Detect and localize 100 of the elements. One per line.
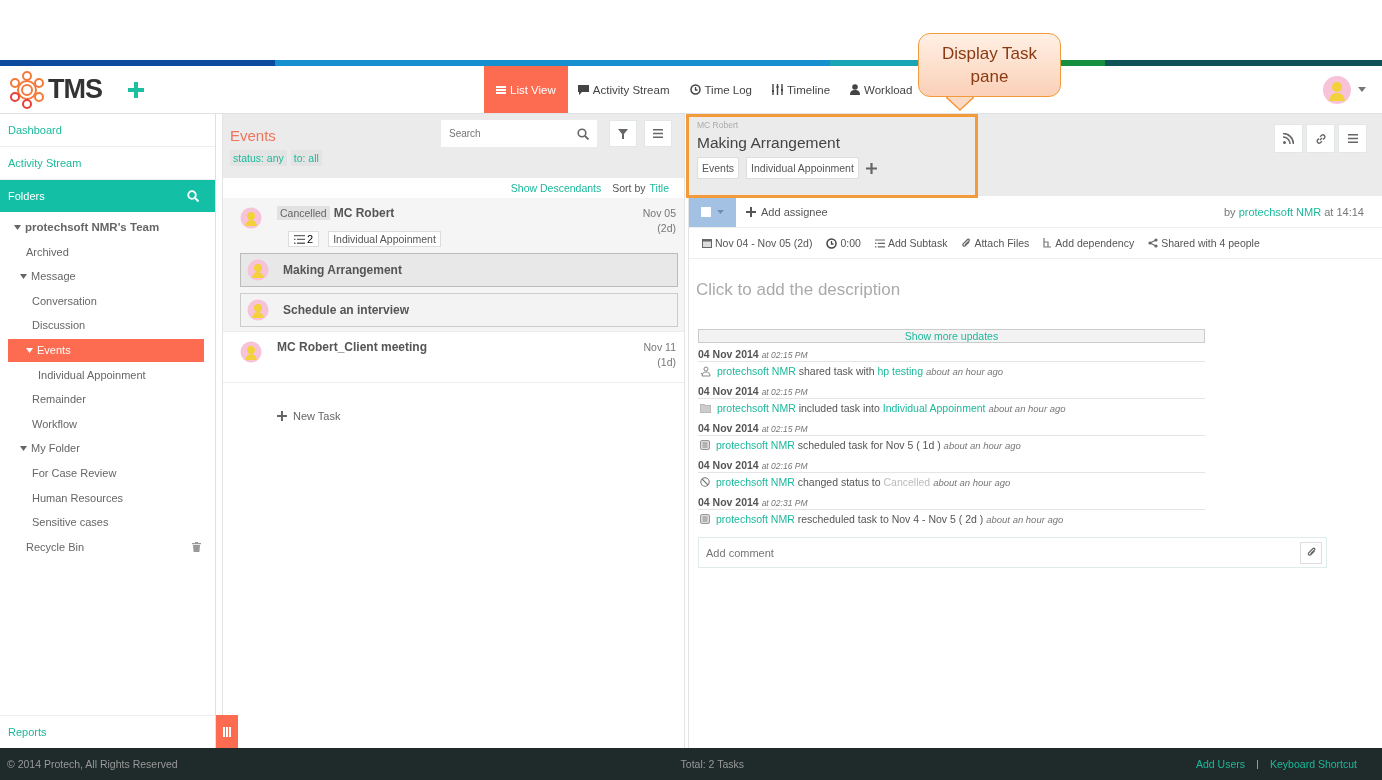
calendar-icon bbox=[702, 238, 712, 248]
link-icon bbox=[1314, 132, 1327, 145]
rss-icon bbox=[1283, 133, 1294, 144]
search-icon[interactable] bbox=[577, 127, 589, 140]
logo-icon bbox=[8, 70, 46, 109]
nav-tab[interactable]: Timeline bbox=[762, 66, 841, 113]
caret-down-icon[interactable] bbox=[26, 347, 33, 353]
add-icon[interactable] bbox=[865, 162, 877, 174]
sliders-icon bbox=[772, 84, 783, 95]
attach-button[interactable] bbox=[1300, 541, 1322, 564]
folder-item[interactable]: For Case Review bbox=[8, 461, 204, 485]
task-title: MC Robert bbox=[333, 206, 395, 220]
calendar-icon bbox=[700, 440, 710, 450]
user-icon bbox=[850, 84, 861, 95]
task-title[interactable]: Making Arrangement bbox=[697, 134, 1274, 152]
new-task-button[interactable]: New Task bbox=[271, 409, 347, 423]
footer-link[interactable]: Add Users bbox=[1196, 758, 1246, 770]
caret-icon bbox=[717, 209, 724, 214]
task-meta-button[interactable]: Nov 04 - Nov 05 (2d) bbox=[697, 237, 818, 249]
subtask-card[interactable]: Schedule an interview bbox=[240, 293, 678, 327]
grip-icon bbox=[223, 726, 231, 737]
task-meta-button[interactable]: 0:00 bbox=[821, 237, 866, 249]
app-logo: TMS bbox=[48, 74, 102, 105]
add-assignee-button[interactable]: Add assignee bbox=[740, 204, 834, 219]
menu-icon bbox=[1347, 134, 1358, 143]
activity-text: protechsoft NMR shared task with hp testing about an hour ago bbox=[717, 365, 1004, 377]
folders-title: Folders bbox=[8, 190, 45, 202]
avatar-icon bbox=[240, 341, 262, 363]
folder-icon bbox=[700, 403, 711, 413]
folder-item[interactable]: My Folder bbox=[8, 436, 204, 460]
activity-text: protechsoft NMR included task into Individual Appoinment about an hour ago bbox=[717, 402, 1066, 414]
copyright-text: © 2014 Protech, All Rights Reserved bbox=[7, 758, 178, 770]
folder-tag: Individual Appoinment bbox=[328, 231, 441, 247]
folder-item[interactable]: protechsoft NMR's Team bbox=[8, 215, 204, 239]
task-title: MC Robert_Client meeting bbox=[277, 340, 427, 354]
menu-button[interactable] bbox=[644, 120, 672, 147]
nav-tab[interactable]: Workload bbox=[840, 66, 923, 113]
add-icon[interactable] bbox=[128, 81, 144, 98]
folder-item[interactable]: Human Resources bbox=[8, 486, 204, 510]
link-button[interactable] bbox=[1306, 124, 1335, 153]
dependency-icon bbox=[1043, 238, 1053, 248]
folder-item[interactable]: Archived bbox=[8, 240, 204, 264]
activity-text: protechsoft NMR rescheduled task to Nov 4 - Nov 5 ( 2d ) about an hour ago bbox=[716, 513, 1064, 525]
caret-down-icon[interactable] bbox=[20, 273, 27, 279]
activity-date: 04 Nov 2014 at 02:15 PM bbox=[698, 348, 808, 360]
complete-checkbox[interactable] bbox=[701, 206, 711, 217]
list-icon bbox=[496, 84, 506, 95]
users-icon bbox=[700, 365, 711, 377]
folder-item[interactable]: Message bbox=[8, 264, 204, 288]
task-meta-button[interactable]: Add dependency bbox=[1038, 237, 1140, 249]
share-icon bbox=[1148, 238, 1159, 248]
avatar-icon bbox=[240, 207, 262, 229]
subtask-icon bbox=[874, 238, 885, 248]
folder-tag[interactable]: Events bbox=[697, 157, 740, 179]
speech-bubble-icon bbox=[577, 84, 589, 95]
plus-icon bbox=[277, 411, 287, 421]
nav-tab[interactable]: Time Log bbox=[679, 66, 762, 113]
activity-text: protechsoft NMR scheduled task for Nov 5 ( 1d ) about an hour ago bbox=[716, 439, 1021, 451]
footer-link[interactable]: Keyboard Shortcut bbox=[1270, 758, 1357, 770]
avatar-icon bbox=[247, 259, 269, 281]
filter-icon bbox=[618, 128, 628, 139]
callout-text: Display Task pane bbox=[940, 43, 1039, 88]
folder-item[interactable]: Individual Appoinment bbox=[8, 363, 204, 387]
search-box[interactable]: Search bbox=[441, 120, 597, 147]
subtask-card[interactable]: Making Arrangement bbox=[240, 253, 678, 287]
subtask-count-button[interactable]: 2 bbox=[288, 231, 320, 247]
task-meta-button[interactable]: Shared with 4 people bbox=[1143, 237, 1265, 249]
caret-down-icon[interactable] bbox=[20, 445, 27, 451]
caret-icon[interactable] bbox=[1358, 87, 1366, 92]
paperclip-icon bbox=[1305, 547, 1317, 558]
task-date: Nov 11 (1d) bbox=[643, 340, 677, 370]
folder-item[interactable]: Remainder bbox=[8, 387, 204, 411]
filter-button[interactable] bbox=[609, 120, 637, 147]
menu-button[interactable] bbox=[1338, 124, 1367, 153]
list-title: Events bbox=[230, 125, 277, 144]
subtask-icon bbox=[294, 234, 305, 244]
trash-icon[interactable] bbox=[192, 541, 201, 552]
paperclip-icon bbox=[961, 237, 972, 249]
folder-item[interactable]: Recycle Bin bbox=[8, 535, 204, 559]
task-row[interactable]: Cancelled MC Robert Nov 05 (2d) 2 Individual Appoinment Making Arrangement Schedule an interview bbox=[223, 198, 684, 332]
menu-icon bbox=[653, 129, 663, 138]
task-meta-button[interactable]: Attach Files bbox=[956, 237, 1035, 249]
rss-button[interactable] bbox=[1274, 124, 1303, 153]
clock-icon bbox=[826, 237, 838, 249]
activity-text: protechsoft NMR changed status to Cancelled about an hour ago bbox=[716, 476, 1011, 488]
ban-icon bbox=[700, 477, 710, 487]
author-info: by protechsoft NMR at 14:14 bbox=[1223, 205, 1364, 218]
caret-down-icon[interactable] bbox=[14, 224, 21, 230]
parent-task-label: MC Robert bbox=[697, 120, 740, 130]
folder-item[interactable]: Sensitive cases bbox=[8, 510, 204, 534]
folder-item[interactable]: Discussion bbox=[8, 313, 204, 337]
sort-label: Sort by bbox=[612, 182, 646, 194]
folder-item[interactable]: Workflow bbox=[8, 412, 204, 436]
task-meta-button[interactable]: Add Subtask bbox=[869, 237, 953, 249]
folder-tag[interactable]: Individual Appoinment bbox=[746, 157, 859, 179]
panel-toggle-button[interactable] bbox=[216, 715, 238, 748]
avatar-icon bbox=[247, 299, 269, 321]
task-row[interactable]: MC Robert_Client meeting Nov 11 (1d) bbox=[223, 332, 684, 383]
folder-item[interactable]: Conversation bbox=[8, 289, 204, 313]
nav-tab[interactable]: Activity Stream bbox=[567, 66, 680, 113]
